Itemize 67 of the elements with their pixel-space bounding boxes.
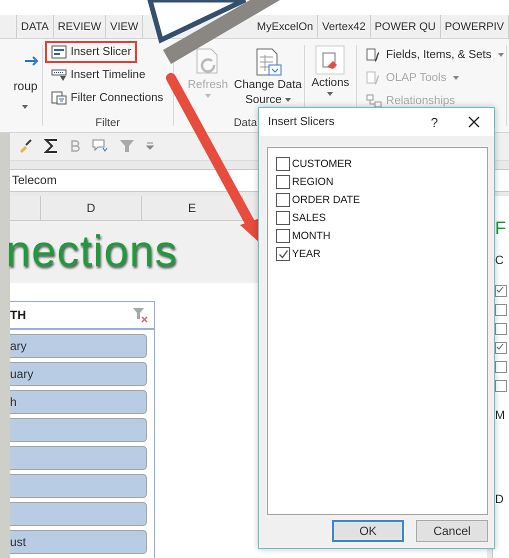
- ribbon-tab[interactable]: Vertex42: [318, 15, 371, 38]
- brush-icon[interactable]: [18, 139, 32, 154]
- checkbox[interactable]: [495, 380, 507, 392]
- checkbox[interactable]: [276, 211, 290, 225]
- sheet-title: nections: [6, 227, 178, 277]
- slicer-header: TH: [10, 308, 26, 322]
- ribbon-tab[interactable]: REVIEW: [54, 15, 106, 38]
- dialog-title: Insert Slicers: [268, 116, 336, 128]
- column-header[interactable]: E: [142, 196, 243, 220]
- field-checkbox[interactable]: CUSTOMER: [276, 157, 479, 171]
- sum-icon[interactable]: [44, 138, 58, 154]
- pane-label: D: [495, 492, 504, 506]
- slicer-item[interactable]: ust: [10, 530, 147, 554]
- checkbox[interactable]: [495, 285, 507, 297]
- pane-label: C: [495, 253, 504, 267]
- caret-icon: [22, 105, 28, 109]
- checkbox[interactable]: [495, 361, 507, 373]
- caret-icon: [327, 92, 334, 96]
- ribbon-tab[interactable]: VIEW: [106, 15, 144, 38]
- field-checkbox[interactable]: REGION: [276, 175, 479, 189]
- checkbox[interactable]: [276, 157, 290, 171]
- checkbox[interactable]: [495, 323, 507, 335]
- ribbon-button[interactable]: Insert Slicer: [44, 41, 138, 63]
- checkbox[interactable]: [276, 247, 290, 261]
- field-checkbox[interactable]: MONTH: [276, 229, 479, 243]
- group-label[interactable]: roup: [14, 79, 38, 93]
- eraser-icon: [315, 45, 346, 75]
- change-data-source-button[interactable]: Change Data Source: [232, 45, 304, 108]
- slicer-icon: [50, 45, 67, 59]
- arrow-icon: [24, 55, 40, 67]
- column-header[interactable]: D: [41, 196, 142, 220]
- help-button[interactable]: ?: [430, 114, 438, 130]
- field-checkbox[interactable]: SALES: [276, 211, 479, 225]
- timeline-icon: [50, 68, 67, 82]
- ribbon-tab[interactable]: POWER QU: [370, 15, 441, 38]
- slicer-item[interactable]: uary: [10, 362, 147, 386]
- slicer-item[interactable]: h: [10, 390, 147, 414]
- field-checkbox[interactable]: ORDER DATE: [276, 193, 479, 207]
- slicer-item[interactable]: ary: [10, 334, 147, 358]
- cancel-button[interactable]: Cancel: [416, 520, 488, 542]
- pane-title: F: [495, 218, 506, 239]
- checkbox[interactable]: [276, 193, 290, 207]
- filter-icon[interactable]: [120, 139, 134, 154]
- ribbon-tab[interactable]: DATA: [16, 15, 54, 38]
- field-checkbox[interactable]: YEAR: [276, 247, 479, 261]
- connections-icon: [50, 91, 67, 105]
- comment-icon[interactable]: [92, 139, 108, 154]
- bold-icon[interactable]: [70, 140, 80, 152]
- pane-label: M: [495, 408, 505, 422]
- group-label: Filter: [95, 117, 120, 129]
- ribbon-button[interactable]: Filter Connections: [44, 87, 170, 109]
- checkbox[interactable]: [495, 342, 507, 354]
- caret-icon: [284, 98, 291, 102]
- ribbon-button[interactable]: Fields, Items, & Sets: [362, 43, 508, 66]
- ribbon-button[interactable]: Insert Timeline: [44, 64, 152, 86]
- checkbox[interactable]: [276, 229, 290, 243]
- group-label: Data: [234, 117, 257, 129]
- formula-value[interactable]: Telecom: [12, 173, 57, 188]
- clear-filter-icon[interactable]: [132, 307, 148, 323]
- close-icon[interactable]: [468, 116, 480, 128]
- checkbox[interactable]: [276, 175, 290, 189]
- actions-button[interactable]: Actions: [310, 43, 352, 98]
- caret-icon: [204, 94, 211, 98]
- customize-icon[interactable]: [146, 142, 154, 150]
- ok-button[interactable]: OK: [332, 520, 404, 542]
- ribbon-tab[interactable]: POWERPIV: [440, 15, 509, 38]
- checkbox[interactable]: [495, 304, 507, 316]
